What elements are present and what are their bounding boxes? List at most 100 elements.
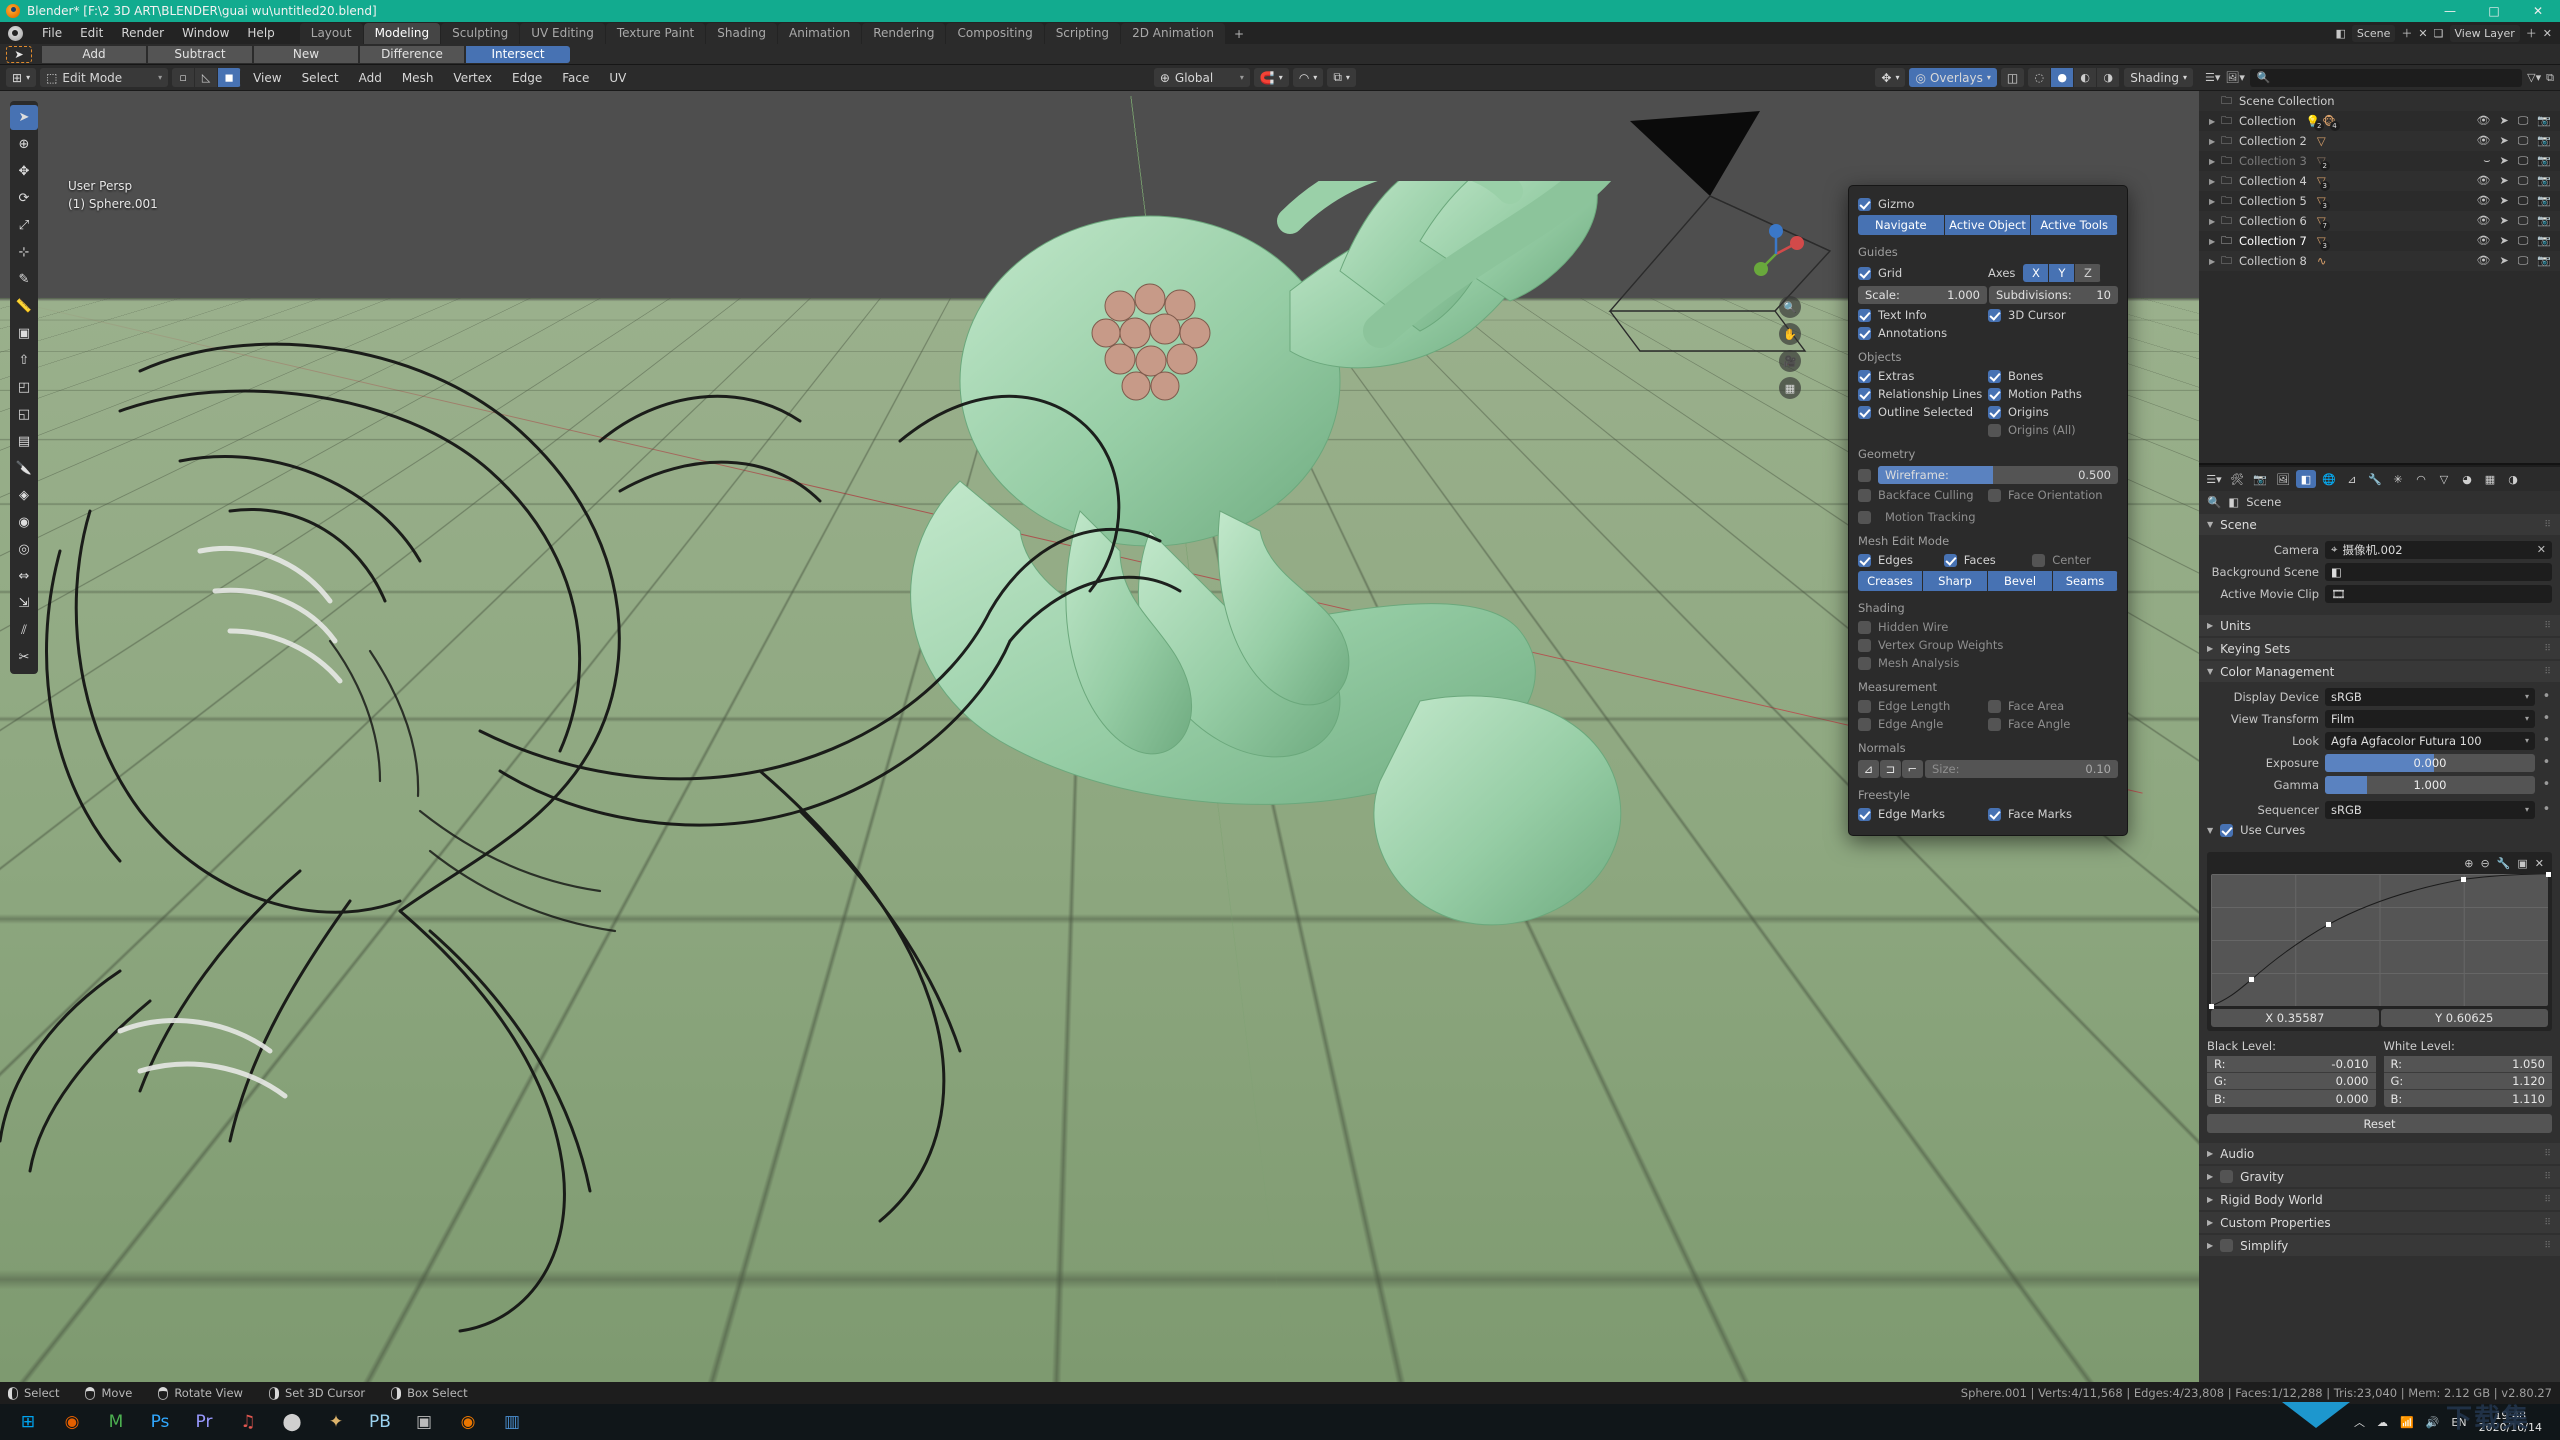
zoom-icon[interactable]: 🔍 (1779, 296, 1801, 318)
gizmo-active-object-button[interactable]: Active Object (1945, 215, 2032, 235)
menu-mesh[interactable]: Mesh (394, 69, 442, 87)
disable-in-render-icon[interactable]: 📷 (2537, 134, 2551, 148)
disable-in-render-icon[interactable]: 📷 (2537, 154, 2551, 168)
annotations-checkbox[interactable] (1858, 327, 1871, 340)
look-dropdown[interactable]: Agfa Agfacolor Futura 100 ▾ (2325, 732, 2535, 750)
curve-tools-icon[interactable]: 🔧 (2497, 857, 2511, 870)
mesh-icon[interactable]: ▽ (2317, 134, 2326, 148)
edges-checkbox[interactable] (1858, 554, 1871, 567)
physics-tab-icon[interactable]: ◠ (2411, 470, 2431, 488)
3d-viewport[interactable]: ⊞ ▾ ⬚ Edit Mode ▾ ▫ ◺ ◼ View Select Add M… (0, 65, 2199, 1382)
outliner-editor[interactable]: ☰▾ 🖼▾ 🔍 ▽▾ ⧉ 🗀 Scene Collection ▶ 🗀 Coll… (2199, 65, 2560, 465)
sharp-button[interactable]: Sharp (1923, 571, 1988, 591)
transform-orientation-selector[interactable]: ⊕ Global ▾ (1154, 68, 1250, 87)
overlays-popover[interactable]: Gizmo Navigate Active Object Active Tool… (1848, 185, 2128, 836)
animate-property-icon[interactable]: • (2541, 755, 2552, 770)
use-curves-toggle[interactable]: ▼ Use Curves (2207, 823, 2552, 837)
seams-button[interactable]: Seams (2053, 571, 2118, 591)
vertex-normals-icon[interactable]: ⊿ (1858, 760, 1879, 778)
mesh-icon[interactable]: ▽3 (2317, 194, 2326, 208)
edge-marks-toggle[interactable]: Edge Marks (1858, 807, 1988, 821)
vertex-group-weights-toggle[interactable]: Vertex Group Weights (1858, 638, 2118, 652)
face-orientation-toggle[interactable]: Face Orientation (1988, 488, 2118, 502)
rip-region-tool-icon[interactable]: ✂ (10, 645, 38, 670)
outliner-search-input[interactable]: 🔍 (2250, 69, 2522, 87)
disable-in-viewport-icon[interactable]: 🖵 (2518, 134, 2529, 148)
tab-texture-paint[interactable]: Texture Paint (606, 23, 705, 44)
selectable-cursor-icon[interactable]: ➤ (2499, 114, 2508, 128)
3d-cursor-toggle[interactable]: 3D Cursor (1988, 308, 2118, 322)
center-toggle[interactable]: Center (2032, 553, 2118, 567)
maximize-button[interactable]: □ (2472, 0, 2516, 22)
white-level-g[interactable]: G: 1.120 (2384, 1073, 2553, 1090)
face-normals-icon[interactable]: ⌐ (1902, 760, 1923, 778)
menu-render[interactable]: Render (112, 24, 173, 42)
menu-select[interactable]: Select (294, 69, 347, 87)
tab-shading[interactable]: Shading (706, 23, 777, 44)
motion-paths-checkbox[interactable] (1988, 388, 2001, 401)
exposure-slider[interactable]: 0.000 (2325, 754, 2535, 772)
white-level-b[interactable]: B: 1.110 (2384, 1090, 2553, 1107)
mesh-icon[interactable]: ▽7 (2317, 214, 2326, 228)
curve-widget[interactable]: ⊕ ⊖ 🔧 ▣ ✕ X 0.35587 Y 0.60625 (2207, 852, 2552, 1031)
view-transform-dropdown[interactable]: Film ▾ (2325, 710, 2535, 728)
show-gizmo-toggle[interactable]: ✥ ▾ (1875, 68, 1905, 87)
capture-icon[interactable]: ▣ (402, 1404, 446, 1440)
zoom-out-icon[interactable]: ⊖ (2480, 857, 2489, 870)
black-level-r[interactable]: R: -0.010 (2207, 1056, 2376, 1073)
tab-uv-editing[interactable]: UV Editing (520, 23, 605, 44)
outliner-row-collection-5[interactable]: ▶ 🗀 Collection 5 ▽3 👁 ➤ 🖵 📷 (2199, 191, 2560, 211)
axis-z-button[interactable]: Z (2075, 264, 2101, 282)
mesh-analysis-toggle[interactable]: Mesh Analysis (1858, 656, 2118, 670)
outliner-row-collection-3[interactable]: ▶ 🗀 Collection 3 ▽2 ⌣ ➤ 🖵 📷 (2199, 151, 2560, 171)
selectable-cursor-icon[interactable]: ➤ (2499, 214, 2508, 228)
chevron-up-icon[interactable]: ︿ (2354, 1414, 2365, 1430)
visibility-eye-icon[interactable]: 👁 (2477, 194, 2491, 208)
curve-point[interactable] (2326, 922, 2331, 927)
edge-select-icon[interactable]: ◺ (195, 68, 218, 87)
animate-property-icon[interactable]: • (2541, 689, 2552, 704)
bones-checkbox[interactable] (1988, 370, 2001, 383)
solid-shading-icon[interactable]: ● (2051, 68, 2074, 87)
disable-in-render-icon[interactable]: 📷 (2537, 194, 2551, 208)
unlink-scene-button[interactable]: ✕ (2418, 28, 2427, 39)
data-tab-icon[interactable]: ◕ (2457, 470, 2477, 488)
tab-layout[interactable]: Layout (300, 23, 363, 44)
use-curves-checkbox[interactable] (2220, 824, 2233, 837)
rotate-tool-icon[interactable]: ⟳ (10, 186, 38, 211)
tab-modeling[interactable]: Modeling (364, 23, 441, 44)
sequencer-dropdown[interactable]: sRGB ▾ (2325, 801, 2535, 819)
transform-tool-icon[interactable]: ⊹ (10, 240, 38, 265)
loopcut-tool-icon[interactable]: ▤ (10, 429, 38, 454)
blender-menu-icon[interactable] (8, 26, 23, 41)
disable-in-render-icon[interactable]: 📷 (2537, 234, 2551, 248)
backface-culling-checkbox[interactable] (1858, 489, 1871, 502)
simplify-checkbox[interactable] (2220, 1239, 2233, 1252)
close-button[interactable]: ✕ (2516, 0, 2560, 22)
vertex-group-weights-checkbox[interactable] (1858, 639, 1871, 652)
boolean-new-button[interactable]: New (254, 46, 358, 63)
windows-start-icon[interactable]: ⊞ (6, 1404, 50, 1440)
black-level-g[interactable]: G: 0.000 (2207, 1073, 2376, 1090)
outline-selected-checkbox[interactable] (1858, 406, 1871, 419)
black-level-b[interactable]: B: 0.000 (2207, 1090, 2376, 1107)
mesh-analysis-checkbox[interactable] (1858, 657, 1871, 670)
scale-tool-icon[interactable]: ⤢ (10, 213, 38, 238)
curve-point[interactable] (2546, 872, 2551, 877)
expand-triangle-icon[interactable]: ▶ (2209, 257, 2221, 266)
curve-icon[interactable]: ∿ (2317, 254, 2327, 268)
split-normals-icon[interactable]: ⊐ (1880, 760, 1901, 778)
snap-icon[interactable]: 🧲 ▾ (1254, 68, 1289, 87)
disable-in-viewport-icon[interactable]: 🖵 (2518, 154, 2529, 168)
edges-toggle[interactable]: Edges (1858, 553, 1944, 567)
boolean-subtract-button[interactable]: Subtract (148, 46, 252, 63)
outliner-row-collection-1[interactable]: ▶ 🗀 Collection 💡 2 🐵 4 👁 ➤ 🖵 📷 (2199, 111, 2560, 131)
navigation-gizmo[interactable] (1743, 221, 1809, 287)
menu-add[interactable]: Add (351, 69, 390, 87)
camera-view-icon[interactable]: 🎥 (1779, 350, 1801, 372)
new-view-layer-button[interactable]: ＋ (2526, 28, 2537, 39)
faces-checkbox[interactable] (1944, 554, 1957, 567)
simplify-panel-header[interactable]: ▶ Simplify ⠿ (2199, 1235, 2560, 1256)
minimize-button[interactable]: — (2428, 0, 2472, 22)
rendered-shading-icon[interactable]: ◑ (2097, 68, 2120, 87)
